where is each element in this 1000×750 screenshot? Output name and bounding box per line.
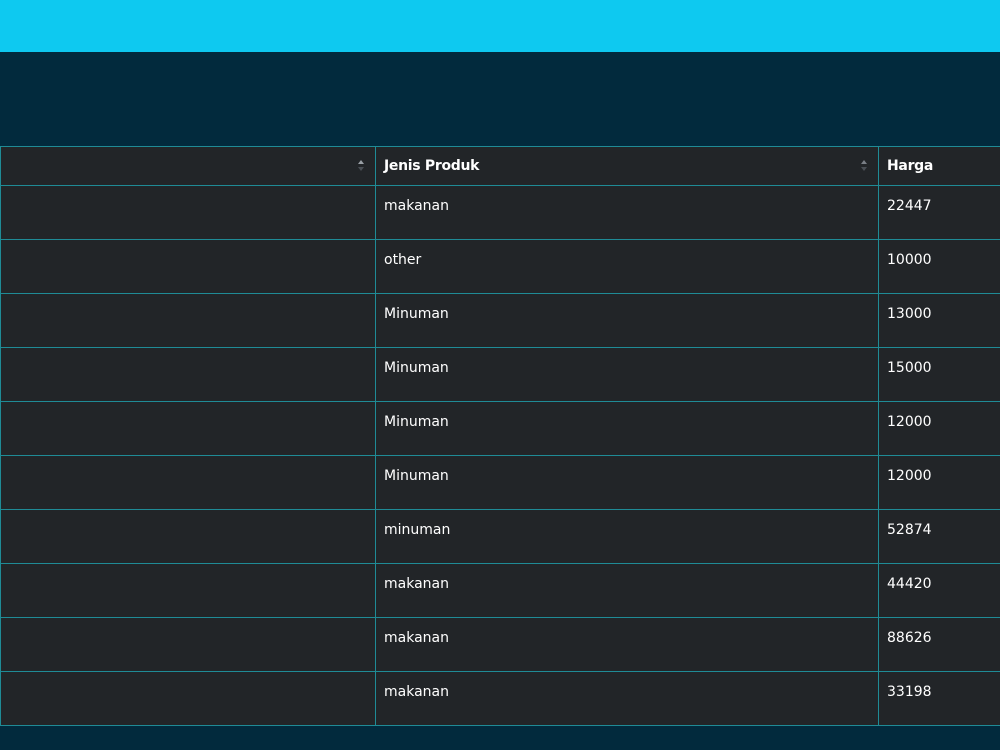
cell-jenis-produk: Minuman	[375, 293, 879, 348]
table-header-row: Jenis Produk Harga	[0, 146, 1000, 186]
cell-name	[0, 185, 376, 240]
table-row[interactable]: other 10000	[0, 239, 1000, 294]
cell-jenis-produk: other	[375, 239, 879, 294]
column-header-jenis-produk[interactable]: Jenis Produk	[375, 146, 879, 186]
column-header-label: Harga	[887, 158, 934, 174]
cell-name	[0, 293, 376, 348]
product-table-container: Jenis Produk Harga makanan 22447 other 1…	[0, 146, 1000, 728]
cell-jenis-produk: Minuman	[375, 401, 879, 456]
table-row[interactable]: makanan 33198	[0, 671, 1000, 726]
sort-arrows-icon[interactable]	[357, 158, 365, 174]
cell-jenis-produk: minuman	[375, 509, 879, 564]
cell-name	[0, 401, 376, 456]
cell-name	[0, 239, 376, 294]
cell-jenis-produk: makanan	[375, 563, 879, 618]
cell-name	[0, 671, 376, 726]
page-footer-band	[0, 728, 1000, 750]
cell-harga: 12000	[878, 401, 1000, 456]
cell-jenis-produk: makanan	[375, 185, 879, 240]
cell-jenis-produk: makanan	[375, 671, 879, 726]
cell-harga: 13000	[878, 293, 1000, 348]
table-row[interactable]: makanan 22447	[0, 185, 1000, 240]
cell-harga: 15000	[878, 347, 1000, 402]
cell-jenis-produk: Minuman	[375, 347, 879, 402]
table-row[interactable]: Minuman 12000	[0, 455, 1000, 510]
cell-jenis-produk: makanan	[375, 617, 879, 672]
table-row[interactable]: minuman 52874	[0, 509, 1000, 564]
top-navbar	[0, 0, 1000, 52]
cell-name	[0, 509, 376, 564]
cell-harga: 12000	[878, 455, 1000, 510]
cell-harga: 88626	[878, 617, 1000, 672]
column-header-label: Jenis Produk	[384, 158, 480, 174]
cell-name	[0, 455, 376, 510]
table-row[interactable]: Minuman 12000	[0, 401, 1000, 456]
column-header-name[interactable]	[0, 146, 376, 186]
cell-jenis-produk: Minuman	[375, 455, 879, 510]
product-table: Jenis Produk Harga makanan 22447 other 1…	[0, 146, 1000, 726]
cell-name	[0, 563, 376, 618]
table-row[interactable]: Minuman 15000	[0, 347, 1000, 402]
table-row[interactable]: makanan 88626	[0, 617, 1000, 672]
sort-arrows-icon[interactable]	[860, 158, 868, 174]
cell-name	[0, 617, 376, 672]
cell-harga: 52874	[878, 509, 1000, 564]
cell-harga: 44420	[878, 563, 1000, 618]
table-row[interactable]: makanan 44420	[0, 563, 1000, 618]
cell-harga: 22447	[878, 185, 1000, 240]
column-header-harga[interactable]: Harga	[878, 146, 1000, 186]
cell-name	[0, 347, 376, 402]
table-row[interactable]: Minuman 13000	[0, 293, 1000, 348]
cell-harga: 33198	[878, 671, 1000, 726]
cell-harga: 10000	[878, 239, 1000, 294]
